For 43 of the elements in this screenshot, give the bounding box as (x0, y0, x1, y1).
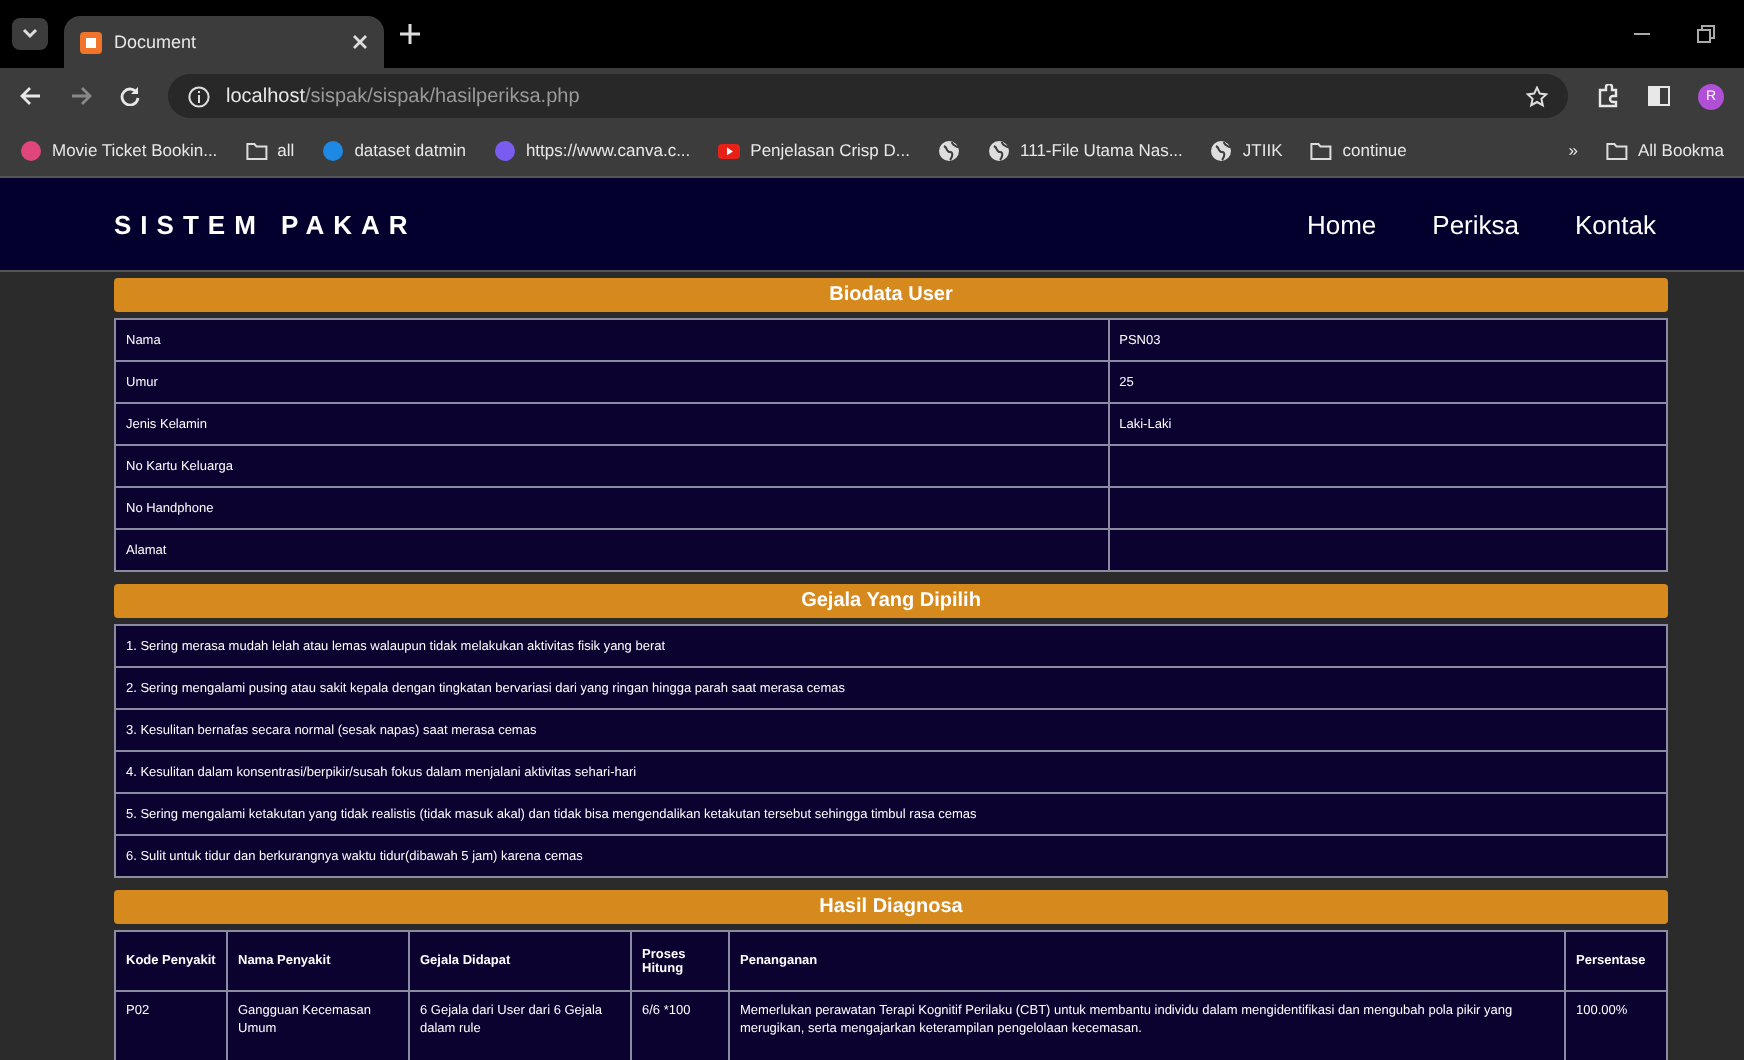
nav-link[interactable]: Periksa (1432, 209, 1520, 239)
section-header: Gejala Yang Dipilih (114, 584, 1668, 618)
info-icon (188, 85, 210, 107)
bookmark[interactable]: JTIIK (1210, 139, 1283, 161)
site-icon (80, 31, 102, 53)
star-icon[interactable] (1526, 85, 1548, 107)
section-header: Biodata User (114, 278, 1668, 312)
new-tab-icon[interactable] (400, 24, 420, 44)
folder-icon (245, 139, 268, 161)
back-icon[interactable] (20, 86, 42, 106)
bookmark[interactable]: Penjelasan Crisp D... (718, 139, 910, 161)
tab-list-icon[interactable] (12, 18, 48, 50)
globe-icon (988, 139, 1010, 161)
restore-icon[interactable] (1696, 24, 1716, 44)
play-icon (718, 139, 741, 161)
folder-icon (1310, 139, 1333, 161)
site-brand: SISTEM PAKAR (114, 209, 419, 239)
globe-icon (938, 139, 960, 161)
forward-icon[interactable] (70, 86, 92, 106)
url-text: localhost/sispak/sispak/hasilperiksa.php (226, 85, 580, 107)
nav-link[interactable]: Home (1306, 209, 1377, 239)
bookmark[interactable]: https://www.canva.c... (493, 139, 691, 161)
bookmark[interactable]: all (245, 139, 295, 161)
extension-icon[interactable] (1596, 84, 1620, 108)
bookmark[interactable]: Movie Ticket Bookin... (20, 139, 218, 161)
bookmark[interactable]: 111-File Utama Nas... (988, 139, 1183, 161)
bookmark[interactable]: dataset datmin (322, 139, 466, 161)
browser-tab[interactable]: Document (64, 16, 384, 68)
more-bookmarks-button[interactable]: » (1568, 140, 1578, 160)
globe-icon (1210, 139, 1233, 161)
site-icon (322, 139, 345, 161)
bookmark[interactable]: continue (1310, 139, 1407, 161)
site-icon (20, 139, 42, 161)
site-icon (493, 139, 516, 161)
nav-link[interactable]: Kontak (1575, 209, 1656, 239)
reload-icon[interactable] (120, 86, 140, 106)
address-bar[interactable]: localhost/sispak/sispak/hasilperiksa.php (168, 74, 1568, 118)
close-icon[interactable] (352, 34, 368, 50)
section-header: Hasil Diagnosa (114, 890, 1668, 924)
bookmark[interactable] (938, 139, 960, 161)
folder-icon (1606, 139, 1628, 161)
sidebar-icon[interactable] (1648, 86, 1670, 106)
all-bookmarks[interactable]: All Bookma (1606, 139, 1724, 161)
